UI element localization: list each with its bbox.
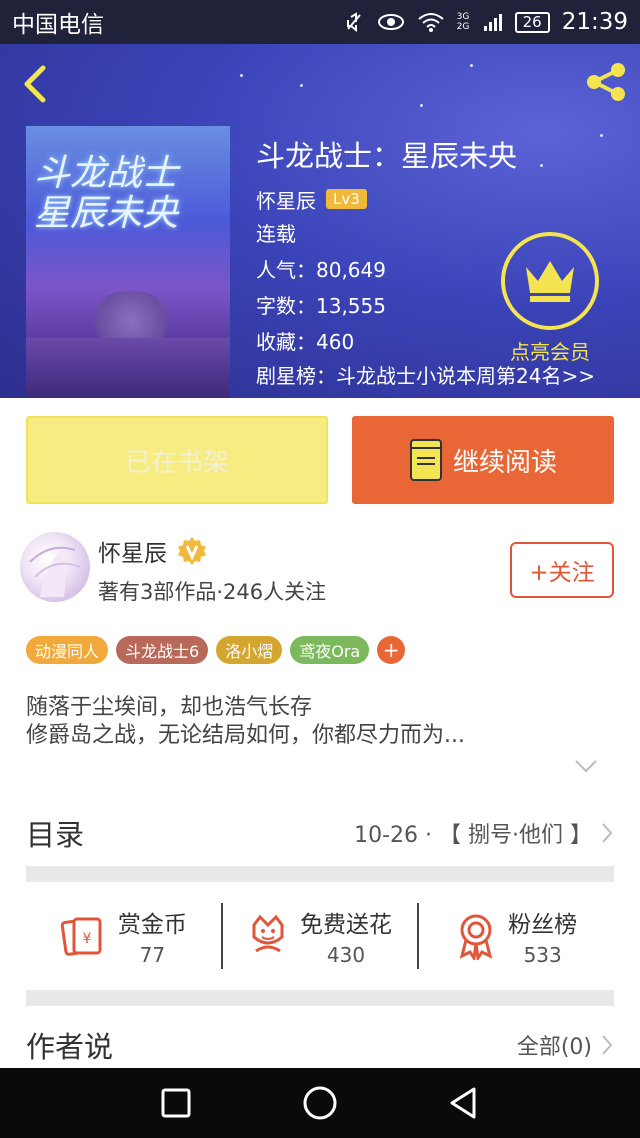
on-shelf-label: 已在书架 bbox=[124, 447, 229, 478]
fan-ranking-stat[interactable]: 粉丝榜 533 bbox=[419, 905, 614, 967]
author-line: 怀星辰 Lv3 bbox=[256, 182, 517, 216]
clock: 21:39 bbox=[561, 9, 628, 35]
follow-button[interactable]: +关注 bbox=[510, 542, 614, 598]
continue-reading-label: 继续阅读 bbox=[452, 447, 557, 478]
tag-item[interactable]: 动漫同人 bbox=[26, 636, 109, 664]
catalog-title: 目录 bbox=[26, 818, 85, 852]
share-icon bbox=[587, 63, 625, 101]
avatar-illustration bbox=[29, 546, 81, 597]
flower-icon bbox=[252, 914, 284, 953]
book-icon bbox=[409, 439, 442, 481]
favorites-count: 收藏：460 bbox=[256, 330, 355, 354]
book-info: 斗龙战士：星辰未央 怀星辰 Lv3 连载 人气：80,649 字数：13,555… bbox=[256, 134, 517, 360]
author-block[interactable]: 怀星辰 著有3部作品·246人关注 +关注 bbox=[20, 532, 620, 608]
tag-item[interactable]: 洛小熠 bbox=[216, 636, 283, 664]
back-triangle-icon[interactable] bbox=[448, 1086, 480, 1120]
chevron-down-icon[interactable] bbox=[572, 756, 600, 776]
stat-value: 533 bbox=[523, 943, 562, 967]
mute-icon bbox=[346, 12, 361, 33]
serial-status: 连载 bbox=[256, 222, 296, 246]
vip-label: 点亮会员 bbox=[510, 340, 590, 364]
eye-icon bbox=[377, 14, 404, 30]
chevron-right-icon bbox=[602, 823, 613, 843]
recents-square-icon[interactable] bbox=[160, 1087, 192, 1119]
tag-item[interactable]: 鸢夜Ora bbox=[290, 636, 370, 664]
stats-row: ¥ 赏金币 77 免费送花 430 粉丝榜 533 bbox=[26, 898, 614, 974]
section-divider bbox=[26, 990, 614, 1006]
share-button[interactable] bbox=[582, 58, 630, 106]
chevron-right-icon bbox=[602, 1035, 613, 1055]
crown-icon bbox=[526, 261, 574, 302]
svg-text:¥: ¥ bbox=[82, 931, 91, 947]
reward-coins-stat[interactable]: ¥ 赏金币 77 bbox=[26, 905, 221, 967]
cover-field-illustration bbox=[26, 338, 230, 398]
tag-item[interactable]: 斗龙战士6 bbox=[116, 636, 209, 664]
system-nav-bar bbox=[0, 1068, 640, 1138]
status-bar: 中国电信 3G 2G 26 21:39 bbox=[0, 0, 640, 44]
author-says-row[interactable]: 作者说 全部(0) bbox=[26, 1024, 614, 1066]
on-shelf-button[interactable]: 已在书架 bbox=[26, 416, 328, 504]
header-author-name[interactable]: 怀星辰 bbox=[256, 185, 316, 214]
book-detail-content: 已在书架 继续阅读 怀星辰 著有3部作品·246人关注 +关注 动漫同人 斗龙战… bbox=[0, 398, 640, 1068]
vip-button[interactable]: 点亮会员 bbox=[500, 232, 600, 365]
word-count: 字数：13,555 bbox=[256, 294, 386, 318]
author-name-row: 怀星辰 bbox=[98, 534, 207, 568]
stat-label: 赏金币 bbox=[117, 912, 187, 938]
carrier-name: 中国电信 bbox=[12, 12, 104, 38]
author-avatar[interactable] bbox=[20, 532, 90, 602]
free-flower-text: 免费送花 430 bbox=[300, 905, 392, 967]
battery-indicator: 26 bbox=[514, 11, 550, 33]
free-flower-stat[interactable]: 免费送花 430 bbox=[223, 905, 418, 967]
chevron-left-icon bbox=[24, 65, 46, 103]
stat-value: 430 bbox=[326, 943, 366, 967]
latest-chapter: 10-26 · 【 捌号·他们 】 bbox=[354, 817, 614, 849]
medal-icon bbox=[459, 914, 493, 960]
book-title: 斗龙战士：星辰未央 bbox=[256, 139, 518, 173]
back-button[interactable] bbox=[14, 62, 54, 106]
level-badge: Lv3 bbox=[326, 189, 367, 209]
wifi-icon bbox=[417, 13, 444, 32]
red-envelope-icon: ¥ bbox=[60, 917, 102, 956]
author-name[interactable]: 怀星辰 bbox=[98, 534, 167, 568]
verified-v-icon bbox=[178, 537, 206, 565]
author-stats: 著有3部作品·246人关注 bbox=[98, 580, 327, 604]
book-description[interactable]: 随落于尘埃间，却也浩气长存 修爵岛之战，无论结局如何，你都尽力而为... bbox=[26, 694, 465, 750]
status-icons: 3G 2G 26 21:39 bbox=[343, 9, 628, 35]
continue-reading-button[interactable]: 继续阅读 bbox=[352, 416, 614, 504]
author-says-all-label: 全部(0) bbox=[516, 1035, 592, 1060]
network-type: 3G 2G bbox=[456, 12, 470, 32]
book-cover[interactable]: 斗龙战士 星辰未央 bbox=[26, 126, 230, 398]
reward-coins-text: 赏金币 77 bbox=[118, 905, 187, 967]
book-header: 斗龙战士 星辰未央 斗龙战士：星辰未央 怀星辰 Lv3 连载 人气：80,649… bbox=[0, 44, 640, 398]
home-circle-icon[interactable] bbox=[302, 1085, 338, 1121]
popularity-count: 人气：80,649 bbox=[256, 258, 386, 282]
latest-chapter-text: 10-26 · 【 捌号·他们 】 bbox=[354, 823, 592, 848]
author-says-all: 全部(0) bbox=[517, 1029, 614, 1061]
cover-title-art: 斗龙战士 星辰未央 bbox=[34, 153, 179, 234]
description-line-1: 随落于尘埃间，却也浩气长存 bbox=[26, 695, 313, 720]
stat-value: 77 bbox=[139, 943, 166, 967]
vip-circle bbox=[501, 232, 599, 330]
tag-list: 动漫同人 斗龙战士6 洛小熠 鸢夜Ora + bbox=[26, 636, 406, 664]
catalog-row[interactable]: 目录 10-26 · 【 捌号·他们 】 bbox=[26, 804, 614, 862]
section-divider bbox=[26, 866, 614, 882]
add-tag-button[interactable]: + bbox=[377, 636, 406, 664]
signal-icon bbox=[483, 14, 502, 31]
author-says-title: 作者说 bbox=[26, 1030, 114, 1064]
stat-label: 粉丝榜 bbox=[508, 912, 578, 938]
description-line-2: 修爵岛之战，无论结局如何，你都尽力而为... bbox=[26, 723, 465, 748]
stat-label: 免费送花 bbox=[300, 912, 392, 938]
fan-ranking-text: 粉丝榜 533 bbox=[508, 905, 577, 967]
